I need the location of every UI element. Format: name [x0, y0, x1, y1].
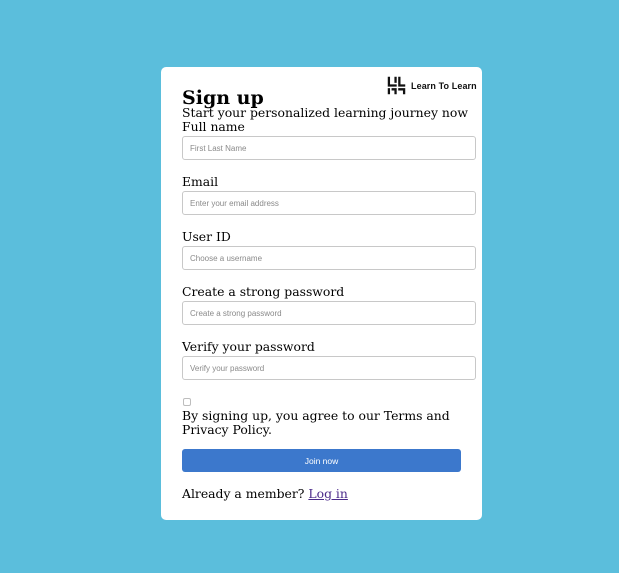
signup-card: Learn To Learn Sign up Start your person… — [161, 67, 482, 520]
verify-password-input[interactable] — [182, 356, 476, 380]
brand-logo: Learn To Learn — [387, 76, 477, 95]
already-member-line: Already a member? Log in — [182, 486, 348, 501]
full-name-input[interactable] — [182, 136, 476, 160]
password-input[interactable] — [182, 301, 476, 325]
page-subtitle: Start your personalized learning journey… — [182, 105, 468, 120]
terms-text: By signing up, you agree to our Terms an… — [182, 408, 450, 437]
full-name-label: Full name — [182, 119, 245, 134]
join-now-button[interactable]: Join now — [182, 449, 461, 472]
user-id-label: User ID — [182, 229, 231, 244]
login-link[interactable]: Log in — [308, 486, 348, 501]
terms-checkbox[interactable] — [183, 398, 191, 406]
email-input[interactable] — [182, 191, 476, 215]
password-label: Create a strong password — [182, 284, 345, 299]
brand-name: Learn To Learn — [411, 80, 477, 91]
already-member-text: Already a member? — [182, 486, 305, 501]
email-label: Email — [182, 174, 219, 189]
verify-password-label: Verify your password — [182, 339, 315, 354]
user-id-input[interactable] — [182, 246, 476, 270]
maze-icon — [387, 76, 406, 95]
